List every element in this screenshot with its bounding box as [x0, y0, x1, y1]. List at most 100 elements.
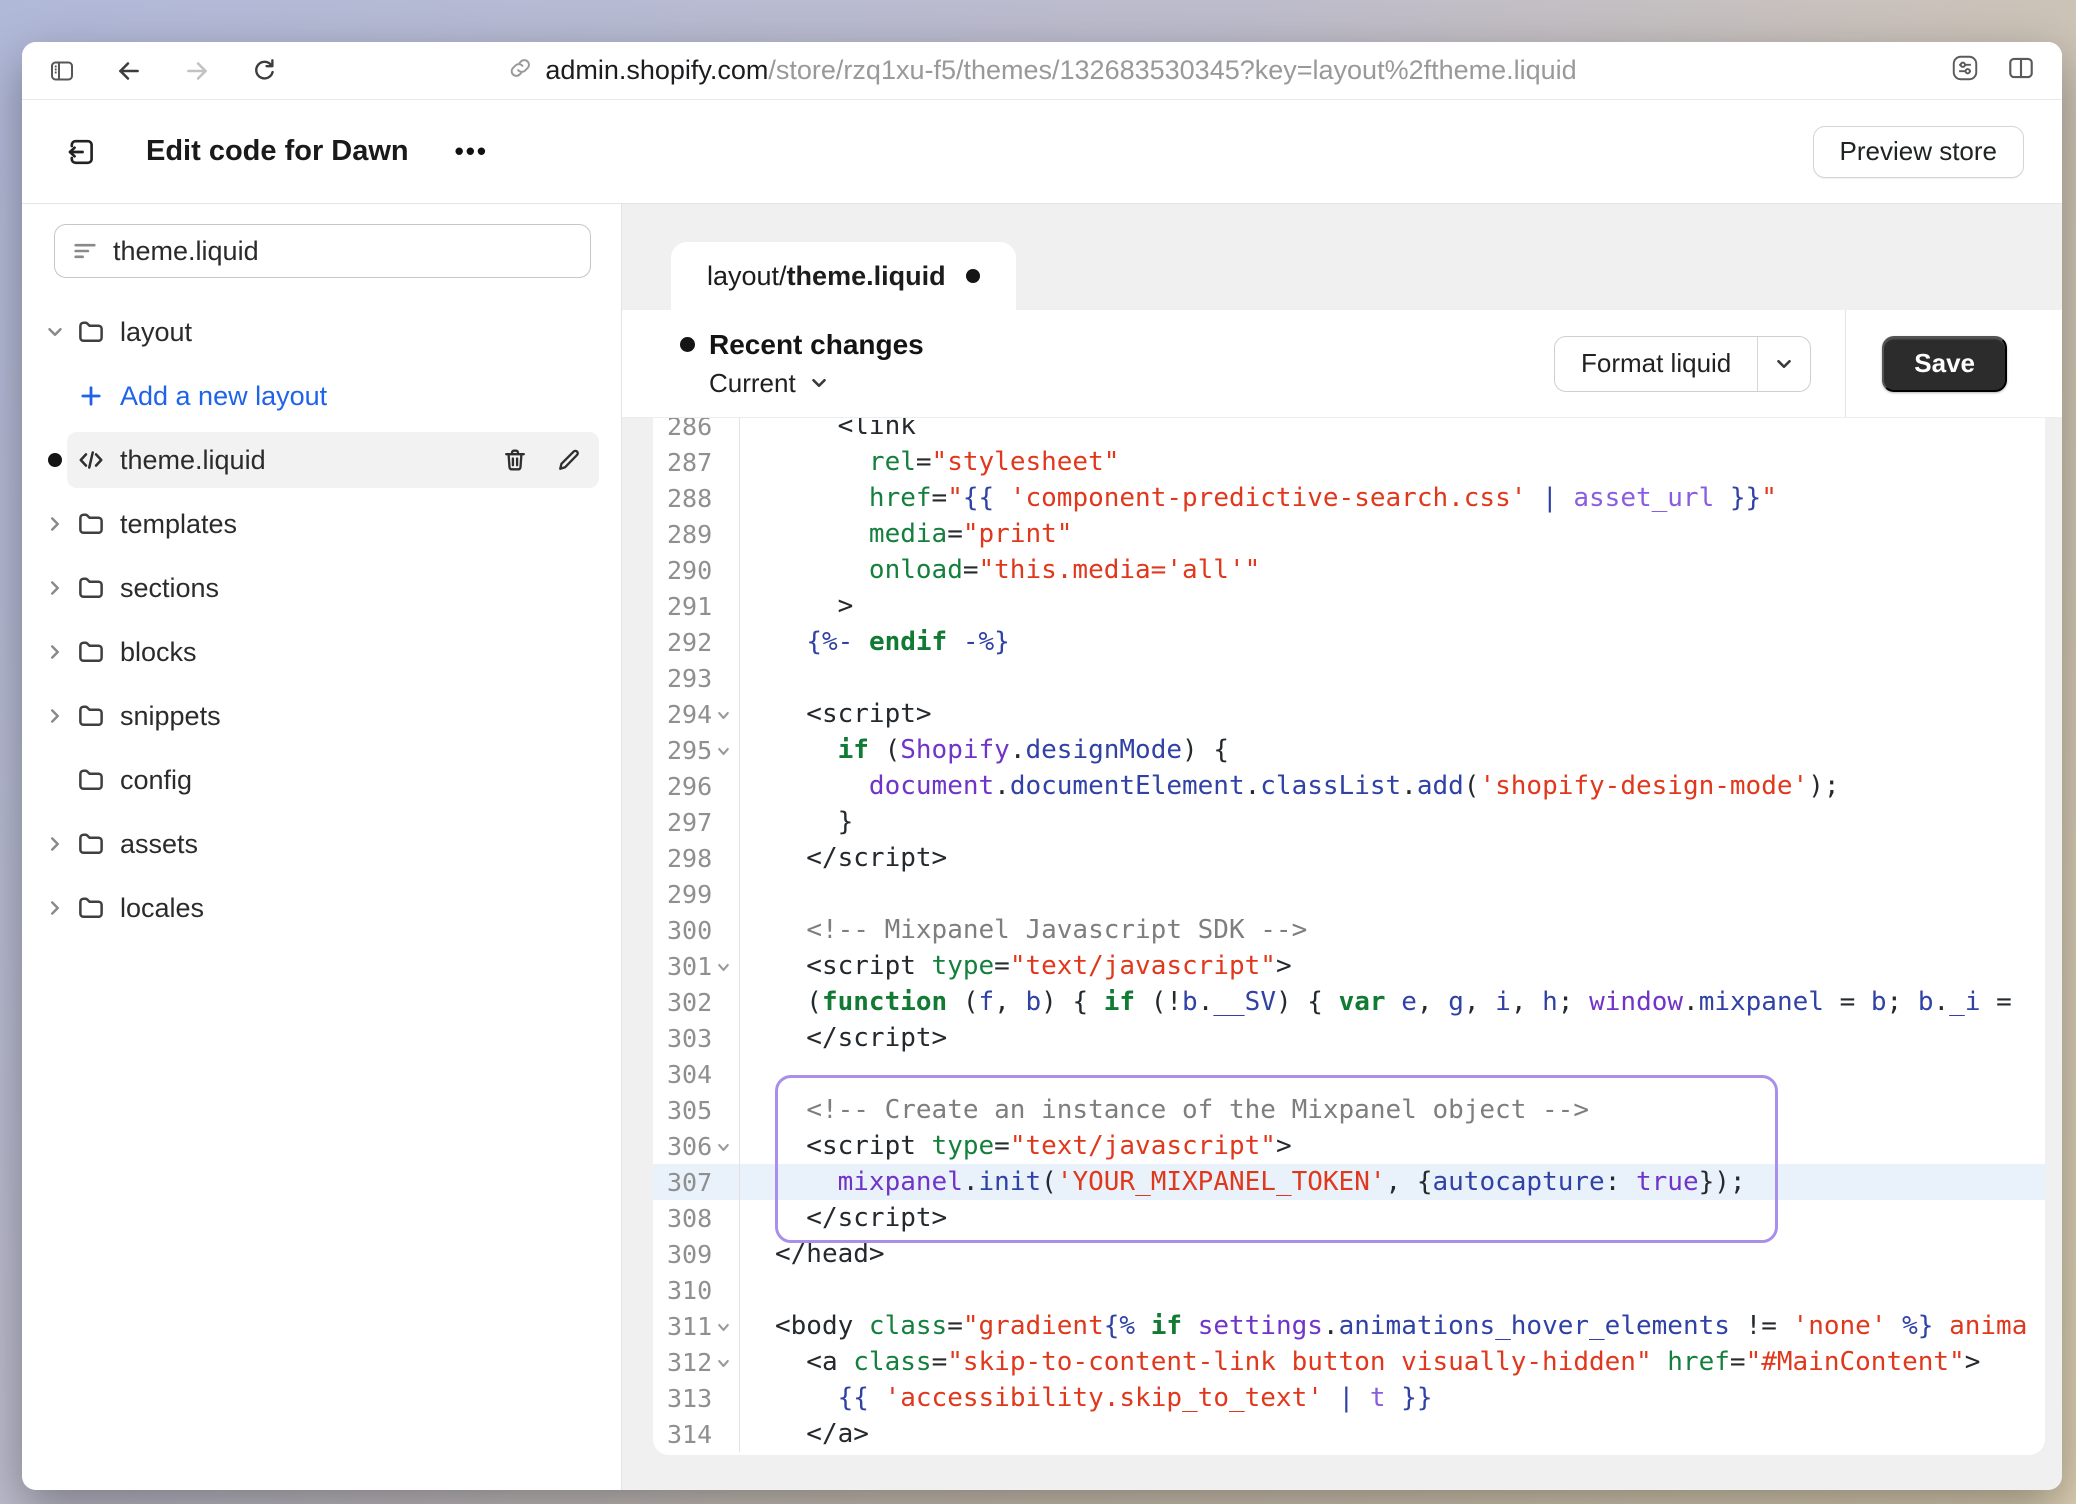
gutter-294[interactable]: 294	[653, 696, 740, 732]
sidebar-item-snippets[interactable]: snippets	[22, 684, 621, 748]
code-line-300[interactable]: 300 <!-- Mixpanel Javascript SDK -->	[653, 912, 2045, 948]
gutter-304[interactable]: 304	[653, 1056, 740, 1092]
code-line-305[interactable]: 305 <!-- Create an instance of the Mixpa…	[653, 1092, 2045, 1128]
gutter-312[interactable]: 312	[653, 1344, 740, 1380]
code-line-295[interactable]: 295 if (Shopify.designMode) {	[653, 732, 2045, 768]
trash-icon[interactable]	[501, 446, 529, 474]
code-line-301[interactable]: 301 <script type="text/javascript">	[653, 948, 2045, 984]
code-line-311[interactable]: 311<body class="gradient{% if settings.a…	[653, 1308, 2045, 1344]
tab-layout-theme-liquid[interactable]: layout/theme.liquid	[671, 242, 1016, 310]
code-line-294[interactable]: 294 <script>	[653, 696, 2045, 732]
extensions-icon[interactable]	[1950, 53, 1980, 88]
code-line-310[interactable]: 310	[653, 1272, 2045, 1308]
gutter-295[interactable]: 295	[653, 732, 740, 768]
gutter-299[interactable]: 299	[653, 876, 740, 912]
reload-icon[interactable]	[250, 56, 279, 85]
gutter-301[interactable]: 301	[653, 948, 740, 984]
gutter-289[interactable]: 289	[653, 516, 740, 552]
code-line-303[interactable]: 303 </script>	[653, 1020, 2045, 1056]
code-line-297[interactable]: 297 }	[653, 804, 2045, 840]
fold-chevron-icon[interactable]	[715, 1355, 732, 1377]
sidebar-item-add-a-new-layout[interactable]: Add a new layout	[22, 364, 621, 428]
save-button[interactable]: Save	[1882, 336, 2007, 392]
address-bar[interactable]: admin.shopify.com/store/rzq1xu-f5/themes…	[507, 42, 1576, 99]
chevron-right-icon[interactable]	[43, 705, 67, 727]
code-line-293[interactable]: 293	[653, 660, 2045, 696]
code-line-287[interactable]: 287 rel="stylesheet"	[653, 444, 2045, 480]
gutter-308[interactable]: 308	[653, 1200, 740, 1236]
code-editor[interactable]: 286 <link287 rel="stylesheet"288 href="{…	[653, 418, 2045, 1455]
forward-icon[interactable]	[182, 56, 212, 86]
fold-chevron-icon[interactable]	[715, 959, 732, 981]
code-line-298[interactable]: 298 </script>	[653, 840, 2045, 876]
gutter-296[interactable]: 296	[653, 768, 740, 804]
sidebar-item-blocks[interactable]: blocks	[22, 620, 621, 684]
gutter-293[interactable]: 293	[653, 660, 740, 696]
fold-chevron-icon[interactable]	[715, 1319, 732, 1341]
chevron-right-icon[interactable]	[43, 577, 67, 599]
code-line-288[interactable]: 288 href="{{ 'component-predictive-searc…	[653, 480, 2045, 516]
sidebar-item-templates[interactable]: templates	[22, 492, 621, 556]
exit-editor-icon[interactable]	[64, 134, 100, 170]
code-line-309[interactable]: 309</head>	[653, 1236, 2045, 1272]
gutter-287[interactable]: 287	[653, 444, 740, 480]
gutter-314[interactable]: 314	[653, 1416, 740, 1452]
code-line-304[interactable]: 304	[653, 1056, 2045, 1092]
code-line-306[interactable]: 306 <script type="text/javascript">	[653, 1128, 2045, 1164]
fold-chevron-icon[interactable]	[715, 1139, 732, 1161]
gutter-310[interactable]: 310	[653, 1272, 740, 1308]
code-line-299[interactable]: 299	[653, 876, 2045, 912]
fold-chevron-icon[interactable]	[715, 707, 732, 729]
gutter-305[interactable]: 305	[653, 1092, 740, 1128]
split-view-icon[interactable]	[2006, 53, 2036, 88]
gutter-298[interactable]: 298	[653, 840, 740, 876]
pencil-icon[interactable]	[555, 446, 583, 474]
version-dropdown[interactable]: Current	[709, 368, 1554, 399]
code-line-292[interactable]: 292 {%- endif -%}	[653, 624, 2045, 660]
sidebar-item-config[interactable]: config	[22, 748, 621, 812]
chevron-down-icon[interactable]	[43, 321, 67, 343]
sidebar-item-layout[interactable]: layout	[22, 300, 621, 364]
gutter-309[interactable]: 309	[653, 1236, 740, 1272]
more-options-button[interactable]: •••	[455, 136, 488, 167]
sidebar-item-theme-liquid[interactable]: theme.liquid	[22, 428, 621, 492]
gutter-291[interactable]: 291	[653, 588, 740, 624]
format-liquid-button[interactable]: Format liquid	[1554, 336, 1811, 392]
code-line-290[interactable]: 290 onload="this.media='all'"	[653, 552, 2045, 588]
code-line-302[interactable]: 302 (function (f, b) { if (!b.__SV) { va…	[653, 984, 2045, 1020]
file-search-box[interactable]	[54, 224, 591, 278]
gutter-288[interactable]: 288	[653, 480, 740, 516]
gutter-311[interactable]: 311	[653, 1308, 740, 1344]
code-line-313[interactable]: 313 {{ 'accessibility.skip_to_text' | t …	[653, 1380, 2045, 1416]
gutter-292[interactable]: 292	[653, 624, 740, 660]
gutter-303[interactable]: 303	[653, 1020, 740, 1056]
code-line-308[interactable]: 308 </script>	[653, 1200, 2045, 1236]
code-line-289[interactable]: 289 media="print"	[653, 516, 2045, 552]
gutter-302[interactable]: 302	[653, 984, 740, 1020]
gutter-300[interactable]: 300	[653, 912, 740, 948]
code-line-286[interactable]: 286 <link	[653, 418, 2045, 444]
gutter-290[interactable]: 290	[653, 552, 740, 588]
code-line-307[interactable]: 307 mixpanel.init('YOUR_MIXPANEL_TOKEN',…	[653, 1164, 2045, 1200]
gutter-306[interactable]: 306	[653, 1128, 740, 1164]
code-line-291[interactable]: 291 >	[653, 588, 2045, 624]
gutter-313[interactable]: 313	[653, 1380, 740, 1416]
code-line-314[interactable]: 314 </a>	[653, 1416, 2045, 1452]
preview-store-button[interactable]: Preview store	[1813, 126, 2025, 178]
chevron-down-icon[interactable]	[1758, 337, 1810, 391]
chevron-right-icon[interactable]	[43, 833, 67, 855]
back-icon[interactable]	[114, 56, 144, 86]
gutter-286[interactable]: 286	[653, 418, 740, 444]
chevron-right-icon[interactable]	[43, 513, 67, 535]
sidebar-item-sections[interactable]: sections	[22, 556, 621, 620]
fold-chevron-icon[interactable]	[715, 743, 732, 765]
gutter-307[interactable]: 307	[653, 1164, 740, 1200]
chevron-right-icon[interactable]	[43, 897, 67, 919]
code-line-312[interactable]: 312 <a class="skip-to-content-link butto…	[653, 1344, 2045, 1380]
sidebar-toggle-icon[interactable]	[48, 57, 76, 85]
gutter-297[interactable]: 297	[653, 804, 740, 840]
search-input[interactable]	[113, 236, 574, 267]
sidebar-item-assets[interactable]: assets	[22, 812, 621, 876]
code-line-296[interactable]: 296 document.documentElement.classList.a…	[653, 768, 2045, 804]
sidebar-item-locales[interactable]: locales	[22, 876, 621, 940]
